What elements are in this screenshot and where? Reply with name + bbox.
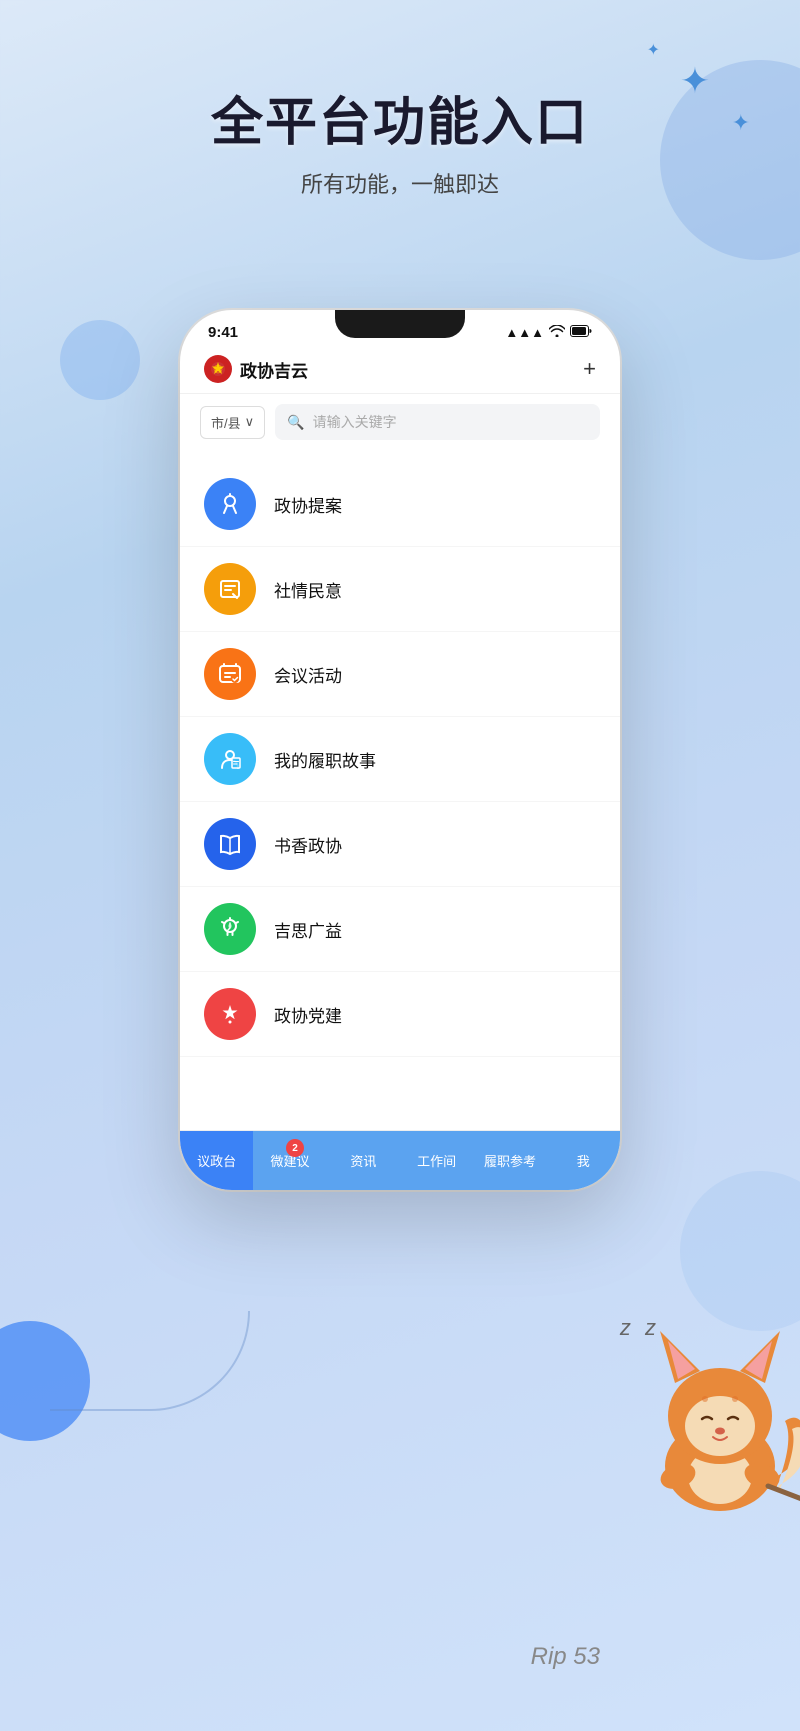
hero-section: 全平台功能入口 所有功能，一触即达 xyxy=(0,80,800,199)
battery-icon xyxy=(570,325,592,340)
tab-lvzhi[interactable]: 履职参考 xyxy=(473,1131,546,1190)
menu-icon-public-opinion xyxy=(204,563,256,615)
hero-title: 全平台功能入口 xyxy=(0,80,800,155)
search-icon: 🔍 xyxy=(287,414,304,431)
signal-icon: ▲▲▲ xyxy=(505,325,544,340)
app-header: 政协吉云 + xyxy=(180,347,620,394)
menu-icon-meetings xyxy=(204,648,256,700)
search-placeholder: 请输入关键字 xyxy=(313,412,397,432)
rip-text: Rip 53 xyxy=(531,1643,600,1671)
search-bar: 市/县 ∨ 🔍 请输入关键字 xyxy=(180,394,620,454)
fox-character xyxy=(610,1311,800,1531)
tab-label-yizheng: 议政台 xyxy=(197,1151,236,1170)
menu-item-meetings[interactable]: 会议活动 xyxy=(180,632,620,717)
menu-list: 政协提案 社情民意 xyxy=(180,454,620,1134)
tab-zixun[interactable]: 资讯 xyxy=(327,1131,400,1190)
hero-subtitle: 所有功能，一触即达 xyxy=(0,167,800,199)
tab-mine[interactable]: 我 xyxy=(547,1131,620,1190)
menu-icon-party xyxy=(204,988,256,1040)
tab-weijianyi[interactable]: 微建议 2 xyxy=(253,1131,326,1190)
menu-icon-my-story xyxy=(204,733,256,785)
tab-gongzuo[interactable]: 工作间 xyxy=(400,1131,473,1190)
app-header-title: 政协吉云 xyxy=(204,355,308,383)
plus-button[interactable]: + xyxy=(583,356,596,382)
status-time: 9:41 xyxy=(208,324,238,341)
menu-item-public-opinion[interactable]: 社情民意 xyxy=(180,547,620,632)
app-logo xyxy=(204,355,232,383)
tab-label-lvzhi: 履职参考 xyxy=(484,1151,536,1170)
status-icons: ▲▲▲ xyxy=(505,325,592,340)
menu-label-ideas: 吉思广益 xyxy=(274,917,342,942)
menu-item-book[interactable]: 书香政协 xyxy=(180,802,620,887)
menu-icon-proposal xyxy=(204,478,256,530)
menu-label-meetings: 会议活动 xyxy=(274,662,342,687)
menu-icon-book xyxy=(204,818,256,870)
phone-mockup: 9:41 ▲▲▲ xyxy=(180,310,620,1190)
tab-yizheng[interactable]: 议政台 xyxy=(180,1131,253,1190)
menu-item-my-story[interactable]: 我的履职故事 xyxy=(180,717,620,802)
decorative-curve xyxy=(50,1311,250,1411)
menu-label-party: 政协党建 xyxy=(274,1002,342,1027)
tab-label-gongzuo: 工作间 xyxy=(417,1151,456,1170)
menu-label-public-opinion: 社情民意 xyxy=(274,577,342,602)
location-button[interactable]: 市/县 ∨ xyxy=(200,406,265,439)
app-name: 政协吉云 xyxy=(240,357,308,382)
wifi-icon xyxy=(549,325,565,340)
bg-circle-light xyxy=(60,320,140,400)
menu-label-proposal: 政协提案 xyxy=(274,492,342,517)
tab-badge-weijianyi: 2 xyxy=(286,1139,304,1157)
menu-item-party[interactable]: 政协党建 xyxy=(180,972,620,1057)
search-input-wrap[interactable]: 🔍 请输入关键字 xyxy=(275,404,600,440)
menu-label-book: 书香政协 xyxy=(274,832,342,857)
tab-label-mine: 我 xyxy=(577,1151,590,1170)
tab-label-zixun: 资讯 xyxy=(350,1151,376,1170)
location-label: 市/县 xyxy=(211,413,241,432)
star-icon-3: ✦ xyxy=(647,40,660,60)
menu-item-ideas[interactable]: 吉思广益 xyxy=(180,887,620,972)
fox-svg xyxy=(610,1311,800,1531)
menu-label-my-story: 我的履职故事 xyxy=(274,747,376,772)
chevron-down-icon: ∨ xyxy=(245,414,255,430)
menu-icon-ideas xyxy=(204,903,256,955)
menu-item-proposal[interactable]: 政协提案 xyxy=(180,462,620,547)
tab-bar: 议政台 微建议 2 资讯 工作间 履职参考 我 xyxy=(180,1130,620,1190)
bg-blob-bottom-right xyxy=(680,1171,800,1331)
notch-inner xyxy=(335,310,465,338)
phone-frame: 9:41 ▲▲▲ xyxy=(180,310,620,1190)
phone-notch xyxy=(335,310,465,338)
